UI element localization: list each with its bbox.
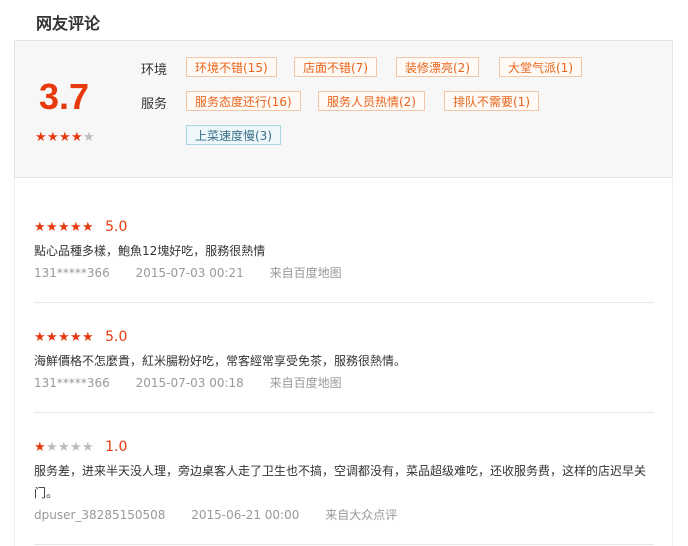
star-icon: ★ (46, 330, 59, 345)
review-user: dpuser_38285150508 (34, 508, 166, 522)
overall-score: 3.7 (39, 76, 90, 117)
review-source: 来自百度地图 (269, 266, 342, 280)
review-source: 来自大众点评 (325, 508, 398, 522)
tag-service-0[interactable]: 服务态度还行(16) (186, 91, 301, 111)
review-item: ★★★★★ 1.0 服务差，进来半天没人理，旁边桌客人走了卫生也不搞，空调都没有… (34, 438, 654, 523)
env-label: 环境 (141, 63, 168, 78)
star-icon: ★ (58, 440, 71, 455)
star-icon: ★ (70, 440, 83, 455)
tag-env-3[interactable]: 大堂气派(1) (499, 57, 582, 77)
star-icon: ★ (82, 220, 95, 235)
star-icon: ★ (82, 440, 95, 455)
page-title: 网友评论 (36, 14, 101, 33)
review-score: 5.0 (105, 218, 128, 235)
review-score: 1.0 (105, 438, 128, 455)
review-item: ★★★★★ 5.0 點心品種多樣，鮑魚12塊好吃，服務很熱情 131*****3… (34, 218, 654, 281)
review-text: 服务差，进来半天没人理，旁边桌客人走了卫生也不搞，空调都没有，菜品超级难吃，还收… (34, 464, 647, 500)
review-score: 5.0 (105, 328, 128, 345)
star-icon: ★ (70, 220, 83, 235)
review-time: 2015-06-21 00:00 (191, 508, 300, 522)
right-border (672, 178, 673, 546)
review-text: 海鮮價格不怎麼貴，紅米腸粉好吃，常客經常享受免茶，服務很熱情。 (34, 354, 407, 368)
review-time: 2015-07-03 00:18 (135, 376, 244, 390)
divider (34, 302, 654, 303)
tag-env-2[interactable]: 装修漂亮(2) (396, 57, 479, 77)
star-icon: ★ (46, 220, 59, 235)
review-item: ★★★★★ 5.0 海鮮價格不怎麼貴，紅米腸粉好吃，常客經常享受免茶，服務很熱情… (34, 328, 654, 391)
tag-service-1[interactable]: 服务人员热情(2) (318, 91, 425, 111)
star-icon: ★ (58, 330, 71, 345)
review-text: 點心品種多樣，鮑魚12塊好吃，服務很熱情 (34, 244, 266, 258)
star-icon: ★ (71, 130, 84, 145)
service-label: 服务 (141, 97, 168, 112)
left-border (14, 178, 15, 546)
divider (34, 412, 654, 413)
review-time: 2015-07-03 00:21 (135, 266, 244, 280)
star-icon: ★ (46, 440, 59, 455)
review-stars: ★★★★★ (34, 221, 94, 235)
star-icon: ★ (59, 130, 72, 145)
star-icon: ★ (47, 130, 60, 145)
divider (34, 544, 654, 545)
review-user: 131*****366 (34, 376, 110, 390)
star-icon: ★ (34, 220, 47, 235)
star-icon: ★ (58, 220, 71, 235)
tag-env-0[interactable]: 环境不错(15) (186, 57, 277, 77)
star-icon: ★ (83, 130, 96, 145)
review-source: 来自百度地图 (269, 376, 342, 390)
tag-service-2[interactable]: 排队不需要(1) (444, 91, 539, 111)
overall-stars: ★★★★★ (35, 131, 95, 145)
tag-env-1[interactable]: 店面不错(7) (294, 57, 377, 77)
review-user: 131*****366 (34, 266, 110, 280)
star-icon: ★ (35, 130, 48, 145)
tag-negative-0[interactable]: 上菜速度慢(3) (186, 125, 281, 145)
star-icon: ★ (70, 330, 83, 345)
rating-summary: 3.7 ★★★★★ 环境 环境不错(15) 店面不错(7) 装修漂亮(2) 大堂… (14, 40, 673, 178)
star-icon: ★ (82, 330, 95, 345)
star-icon: ★ (34, 440, 47, 455)
review-stars: ★★★★★ (34, 441, 94, 455)
star-icon: ★ (34, 330, 47, 345)
review-stars: ★★★★★ (34, 331, 94, 345)
